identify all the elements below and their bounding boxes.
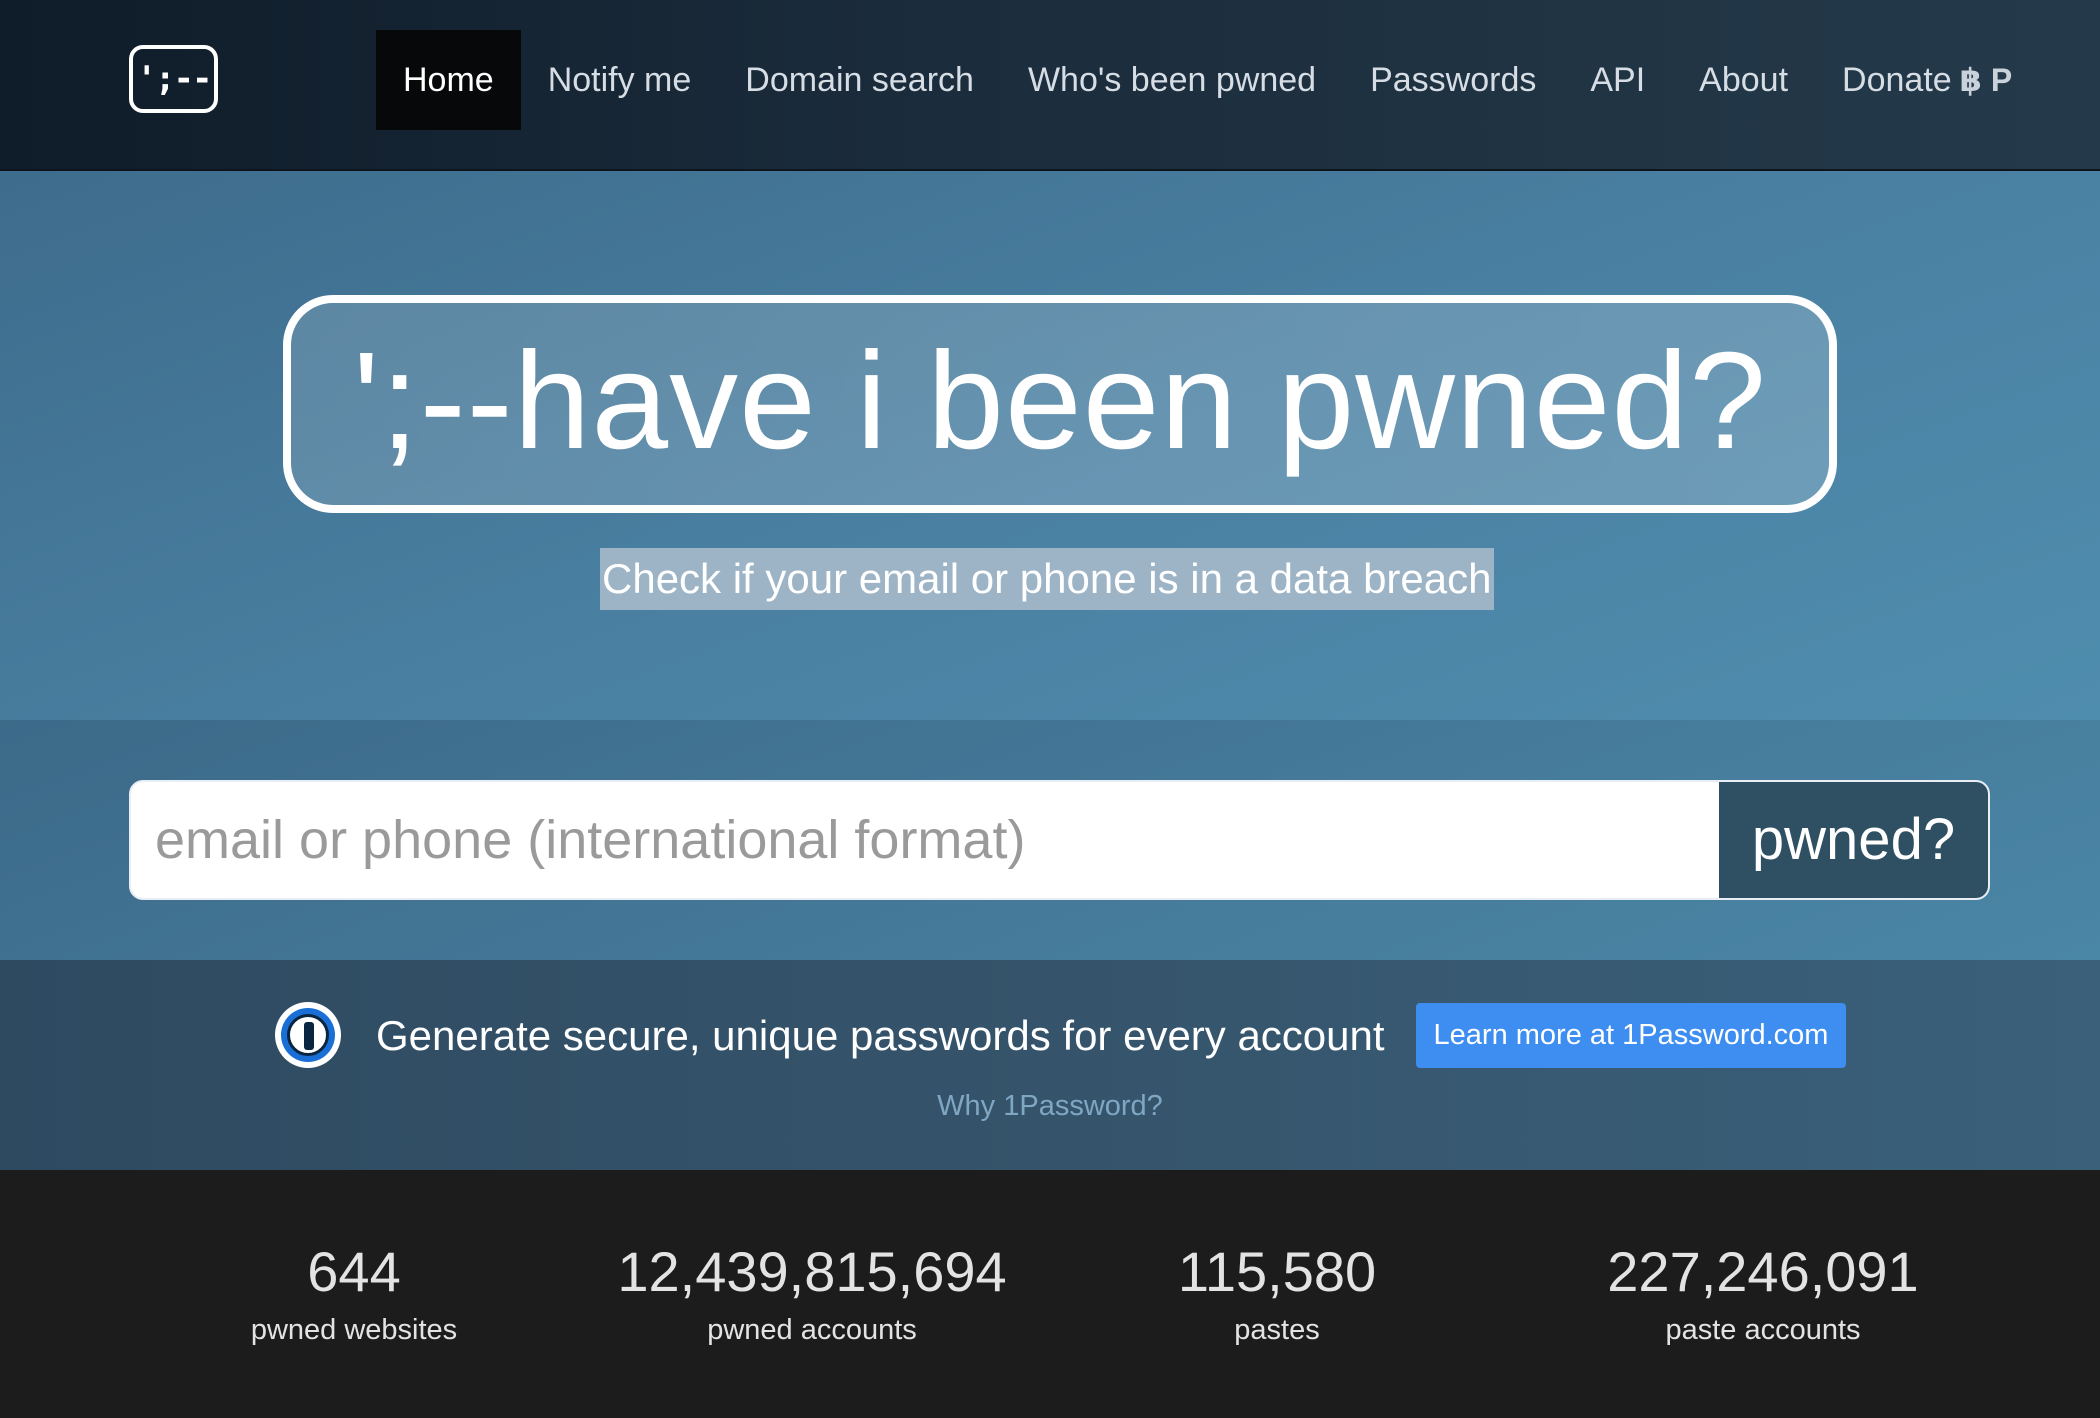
nav-item-domain-search[interactable]: Domain search: [718, 30, 1001, 130]
nav-item-home[interactable]: Home: [376, 30, 521, 130]
nav-item-notify-me[interactable]: Notify me: [521, 30, 719, 130]
stats-section: 644 pwned websites 12,439,815,694 pwned …: [0, 1170, 2100, 1418]
stat-value: 644: [307, 1240, 401, 1303]
nav-item-label: API: [1590, 61, 1646, 99]
top-navbar: ';-- Home Notify me Domain search Who's …: [0, 0, 2100, 171]
bitcoin-paypal-icon: ฿ P: [1959, 62, 2013, 98]
site-logo[interactable]: ';--: [129, 45, 218, 113]
nav-menu: Home Notify me Domain search Who's been …: [376, 30, 2039, 130]
nav-item-label: Domain search: [745, 61, 974, 99]
hero-section: ';--have i been pwned? Check if your ema…: [0, 171, 2100, 720]
nav-item-donate[interactable]: Donate ฿ P: [1815, 30, 2039, 130]
nav-item-api[interactable]: API: [1563, 30, 1672, 130]
stat-label: pwned accounts: [707, 1314, 917, 1346]
stat-pastes: 115,580 pastes: [1127, 1236, 1427, 1350]
pwned-search-button[interactable]: pwned?: [1719, 782, 1988, 898]
stat-value: 12,439,815,694: [617, 1240, 1007, 1303]
nav-item-label: About: [1699, 61, 1789, 99]
learn-more-button[interactable]: Learn more at 1Password.com: [1416, 1003, 1846, 1068]
nav-item-label: Home: [403, 61, 494, 99]
stat-label: pwned websites: [250, 1314, 458, 1346]
nav-item-label: Notify me: [547, 61, 692, 99]
stat-value: 227,246,091: [1607, 1240, 1919, 1303]
nav-item-whos-been-pwned[interactable]: Who's been pwned: [1001, 30, 1343, 130]
stat-label: paste accounts: [1665, 1314, 1861, 1346]
stat-pwned-websites: 644 pwned websites: [204, 1236, 504, 1350]
search-input[interactable]: [131, 782, 1721, 898]
stat-label: pastes: [1234, 1314, 1320, 1346]
search-section: pwned?: [0, 720, 2100, 960]
stat-pwned-accounts: 12,439,815,694 pwned accounts: [562, 1236, 1062, 1350]
promo-section: Generate secure, unique passwords for ev…: [0, 960, 2100, 1170]
promo-text: Generate secure, unique passwords for ev…: [376, 1012, 1385, 1059]
why-1password-link[interactable]: Why 1Password?: [0, 1090, 2100, 1123]
nav-item-label: Donate: [1842, 61, 1952, 99]
stat-value: 115,580: [1177, 1240, 1377, 1303]
hero-title: ';--have i been pwned?: [283, 295, 1837, 513]
1password-icon: [275, 1002, 341, 1068]
nav-item-label: Passwords: [1370, 61, 1537, 99]
hero-tagline: Check if your email or phone is in a dat…: [600, 548, 1494, 610]
nav-item-about[interactable]: About: [1672, 30, 1815, 130]
nav-item-label: Who's been pwned: [1027, 61, 1317, 99]
search-form: pwned?: [129, 780, 1990, 900]
stat-paste-accounts: 227,246,091 paste accounts: [1563, 1236, 1963, 1350]
nav-item-passwords[interactable]: Passwords: [1343, 30, 1563, 130]
